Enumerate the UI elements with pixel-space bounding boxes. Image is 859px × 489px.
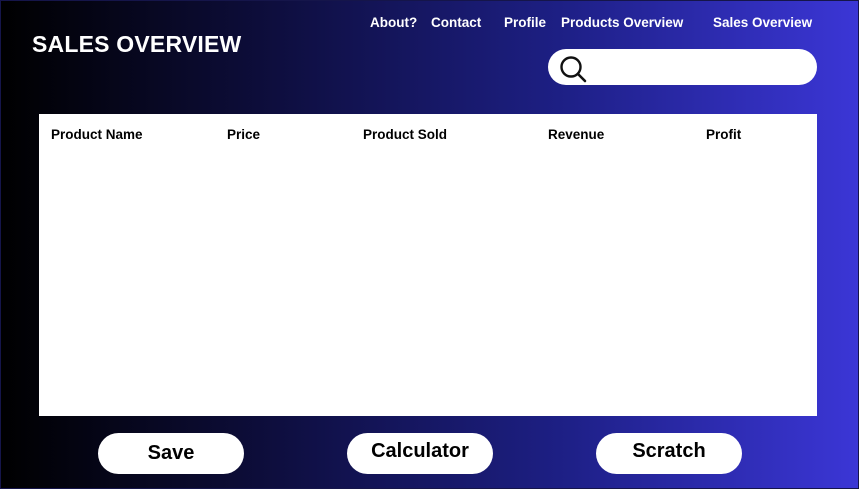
sales-table: Product Name Price Product Sold Revenue … — [39, 114, 817, 416]
calculator-button[interactable]: Calculator — [347, 433, 493, 474]
nav-link-products-overview[interactable]: Products Overview — [561, 15, 683, 30]
column-header-product-name[interactable]: Product Name — [51, 127, 143, 142]
nav-link-about[interactable]: About? — [370, 15, 417, 30]
page-title: SALES OVERVIEW — [32, 31, 242, 57]
column-header-price[interactable]: Price — [227, 127, 260, 142]
sales-overview-page: SALES OVERVIEW About? Contact Profile Pr… — [0, 0, 859, 489]
nav-link-sales-overview[interactable]: Sales Overview — [713, 15, 812, 30]
search-input[interactable] — [594, 55, 799, 79]
column-header-product-sold[interactable]: Product Sold — [363, 127, 447, 142]
search-icon-graphic — [560, 56, 587, 83]
search-icon[interactable] — [558, 55, 588, 83]
save-button[interactable]: Save — [98, 433, 244, 474]
column-header-profit[interactable]: Profit — [706, 127, 741, 142]
column-header-revenue[interactable]: Revenue — [548, 127, 604, 142]
scratch-button[interactable]: Scratch — [596, 433, 742, 474]
nav-link-profile[interactable]: Profile — [504, 15, 546, 30]
nav-link-contact[interactable]: Contact — [431, 15, 481, 30]
search-box[interactable] — [548, 49, 817, 85]
